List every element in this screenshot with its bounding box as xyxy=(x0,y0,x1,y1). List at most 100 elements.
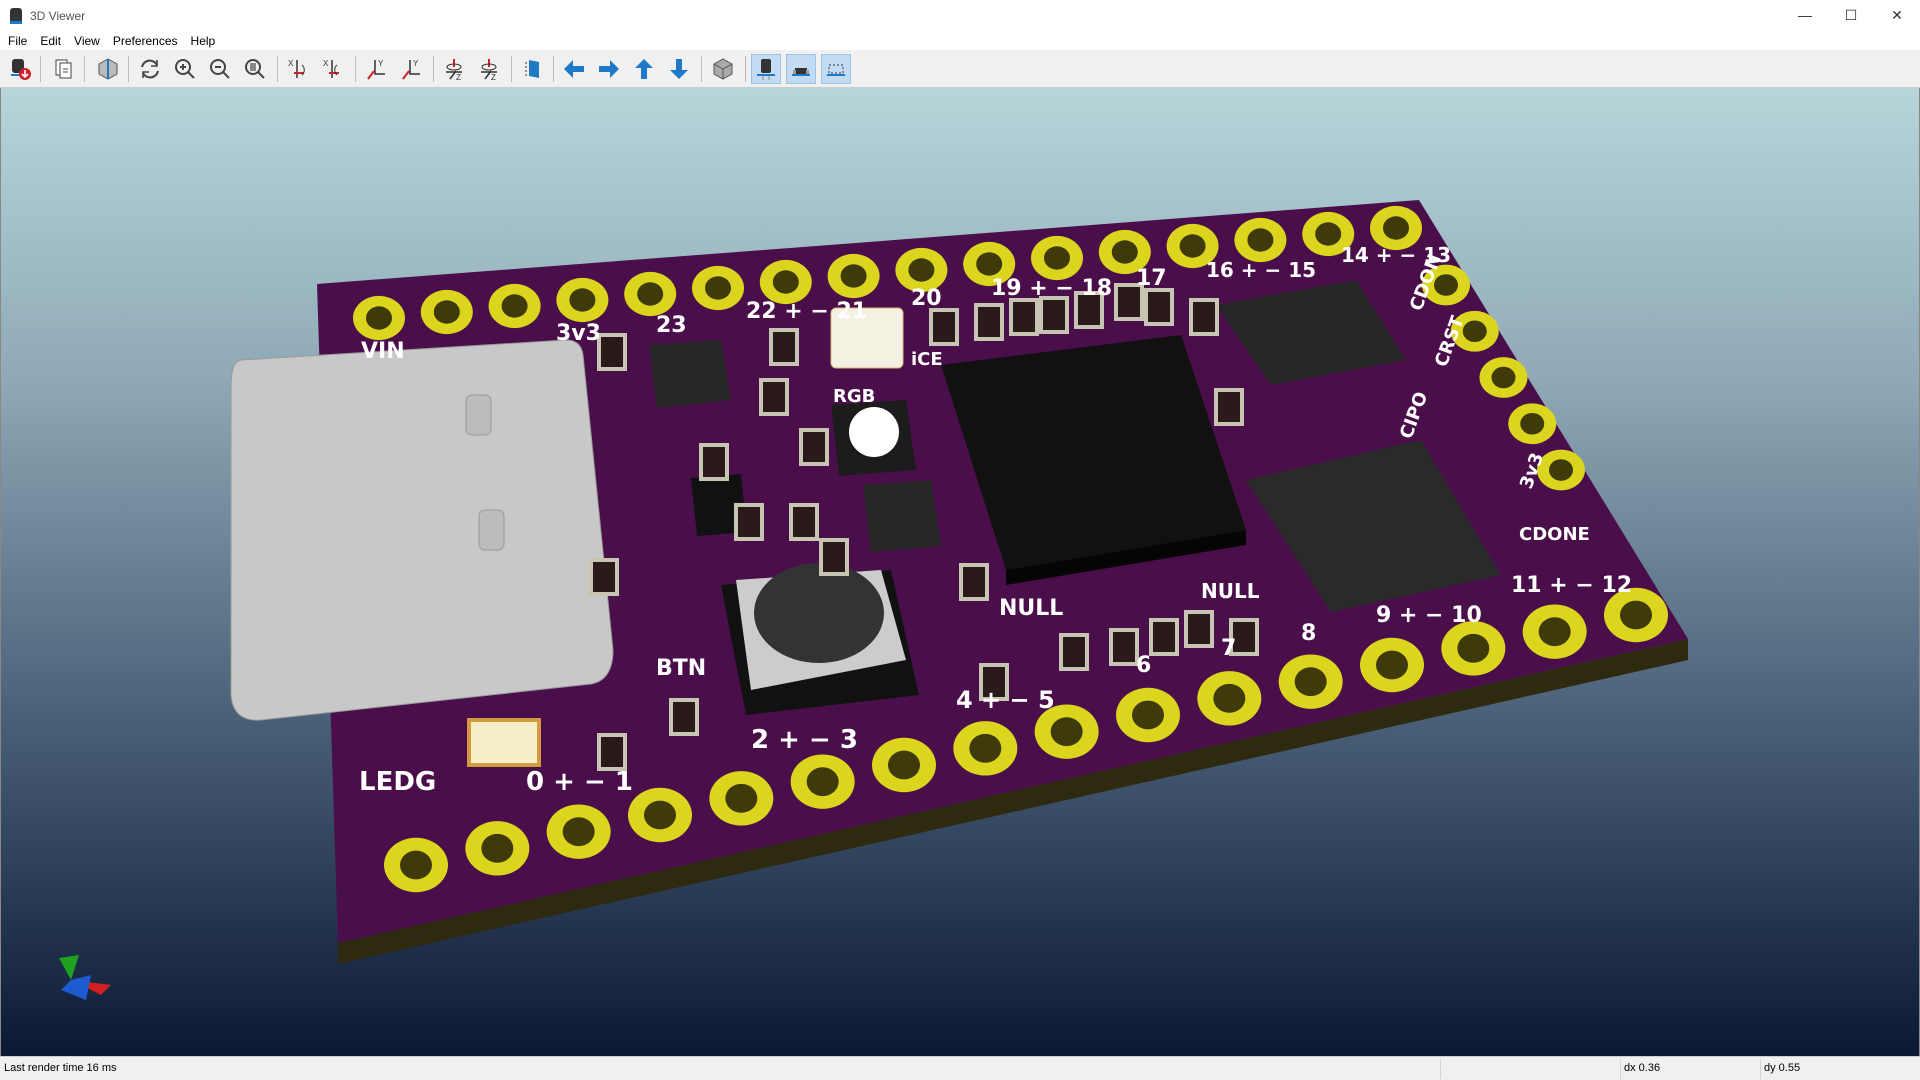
minimize-button[interactable]: — xyxy=(1782,0,1828,30)
rotate-y-ccw-button[interactable]: Y xyxy=(396,54,426,84)
zoom-fit-button[interactable] xyxy=(240,54,270,84)
pad-hole xyxy=(1520,412,1545,435)
tht-models-toggle[interactable] xyxy=(751,54,781,84)
axis-gizmo xyxy=(59,955,111,1000)
dy-readout: dy 0.55 xyxy=(1764,1062,1801,1074)
pad-hole xyxy=(976,252,1003,276)
pad-hole xyxy=(1044,246,1070,270)
silk-2-3: 2 + − 3 xyxy=(751,725,858,755)
menu-help[interactable]: Help xyxy=(191,34,216,48)
smd-component xyxy=(734,503,764,541)
pad-hole xyxy=(806,767,839,797)
svg-text:X: X xyxy=(323,59,329,68)
pad-hole xyxy=(637,282,664,306)
virtual-models-toggle[interactable] xyxy=(821,54,851,84)
maximize-button[interactable]: ☐ xyxy=(1828,0,1874,30)
pad-hole xyxy=(1491,366,1516,389)
pad-hole xyxy=(644,800,676,830)
rotate-z-ccw-icon: Z xyxy=(481,59,497,81)
silk-7: 7 xyxy=(1221,636,1236,661)
svg-text:X: X xyxy=(288,59,294,68)
arrow-right-icon xyxy=(599,60,619,78)
smd-component xyxy=(669,698,699,736)
3d-viewport[interactable]: VIN 3v3 23 22 + − 21 20 19 + − 18 17 16 … xyxy=(0,88,1920,1056)
smd-component xyxy=(589,558,619,596)
svg-text:Y: Y xyxy=(378,59,384,68)
copy-icon xyxy=(55,59,72,79)
svg-text:Z: Z xyxy=(456,73,461,81)
silk-null-1: NULL xyxy=(999,596,1063,621)
ortho-icon xyxy=(713,58,733,80)
pad-hole xyxy=(1383,216,1409,240)
menu-view[interactable]: View xyxy=(74,34,100,48)
rotate-x-cw-button[interactable]: X xyxy=(283,54,313,84)
silk-0-1: 0 + − 1 xyxy=(526,767,633,797)
svg-text:Z: Z xyxy=(491,73,496,81)
pan-right-button[interactable] xyxy=(594,54,624,84)
reload-button[interactable] xyxy=(135,54,165,84)
smd-component xyxy=(1039,296,1069,334)
pad-hole xyxy=(1549,459,1573,481)
smd-models-toggle[interactable] xyxy=(786,54,816,84)
silk-17: 17 xyxy=(1136,266,1167,291)
silk-vin: VIN xyxy=(361,339,405,364)
menu-edit[interactable]: Edit xyxy=(40,34,61,48)
flip-board-button[interactable] xyxy=(516,54,546,84)
smd-component xyxy=(597,733,627,771)
smd-component xyxy=(1144,288,1174,326)
zoom-out-button[interactable] xyxy=(205,54,235,84)
menu-preferences[interactable]: Preferences xyxy=(113,34,178,48)
toolbar: X X Y Y Z Z xyxy=(0,50,1920,88)
close-button[interactable]: ✕ xyxy=(1874,0,1920,30)
pad-hole xyxy=(1247,228,1274,252)
pad-hole xyxy=(481,833,514,863)
smd-component xyxy=(1109,628,1139,666)
status-bar: Last render time 16 ms dx 0.36 dy 0.55 xyxy=(0,1056,1920,1080)
smd-component xyxy=(1059,633,1089,671)
smd-component xyxy=(759,378,789,416)
silk-11-12: 11 + − 12 xyxy=(1511,573,1632,598)
menu-bar: File Edit View Preferences Help xyxy=(0,32,1920,50)
pad-hole xyxy=(366,306,392,330)
pad-hole xyxy=(433,300,460,324)
rotate-x-ccw-button[interactable]: X xyxy=(318,54,348,84)
render-time: Last render time 16 ms xyxy=(4,1062,117,1074)
silk-ice: iCE xyxy=(911,349,943,370)
tht-models-icon xyxy=(757,59,775,80)
zoom-in-button[interactable] xyxy=(170,54,200,84)
silk-22-21: 22 + − 21 xyxy=(746,299,867,324)
smd-component xyxy=(699,443,729,481)
pad-hole xyxy=(840,264,867,288)
menu-file[interactable]: File xyxy=(8,34,27,48)
zoom-in-icon xyxy=(175,59,195,79)
rotate-z-cw-icon: Z xyxy=(446,59,462,81)
rotate-z-cw-button[interactable]: Z xyxy=(439,54,469,84)
rotate-y-cw-button[interactable]: Y xyxy=(361,54,391,84)
smd-component xyxy=(959,563,989,601)
export-button[interactable] xyxy=(5,54,35,84)
silk-19-18: 19 + − 18 xyxy=(991,276,1112,301)
smd-component xyxy=(769,328,799,366)
pan-down-button[interactable] xyxy=(664,54,694,84)
arrow-down-icon xyxy=(670,59,688,79)
zoom-fit-icon xyxy=(245,59,265,79)
pan-up-button[interactable] xyxy=(629,54,659,84)
smd-component xyxy=(597,333,627,371)
rotate-z-ccw-button[interactable]: Z xyxy=(474,54,504,84)
silk-ledg: LEDG xyxy=(359,767,436,797)
pad-hole xyxy=(1457,633,1490,663)
pad-hole xyxy=(1294,667,1327,697)
copy-button[interactable] xyxy=(49,54,79,84)
pad-hole xyxy=(1111,240,1138,264)
window-title: 3D Viewer xyxy=(30,9,86,23)
regulator-chip xyxy=(649,340,731,408)
smd-component xyxy=(1009,298,1039,336)
green-led xyxy=(467,718,541,767)
pad-hole xyxy=(705,276,731,300)
silk-6: 6 xyxy=(1136,653,1151,678)
raytracing-button[interactable] xyxy=(93,54,123,84)
pan-left-button[interactable] xyxy=(559,54,589,84)
orthographic-button[interactable] xyxy=(708,54,738,84)
pad-hole xyxy=(1315,222,1342,246)
zoom-out-icon xyxy=(210,59,230,79)
